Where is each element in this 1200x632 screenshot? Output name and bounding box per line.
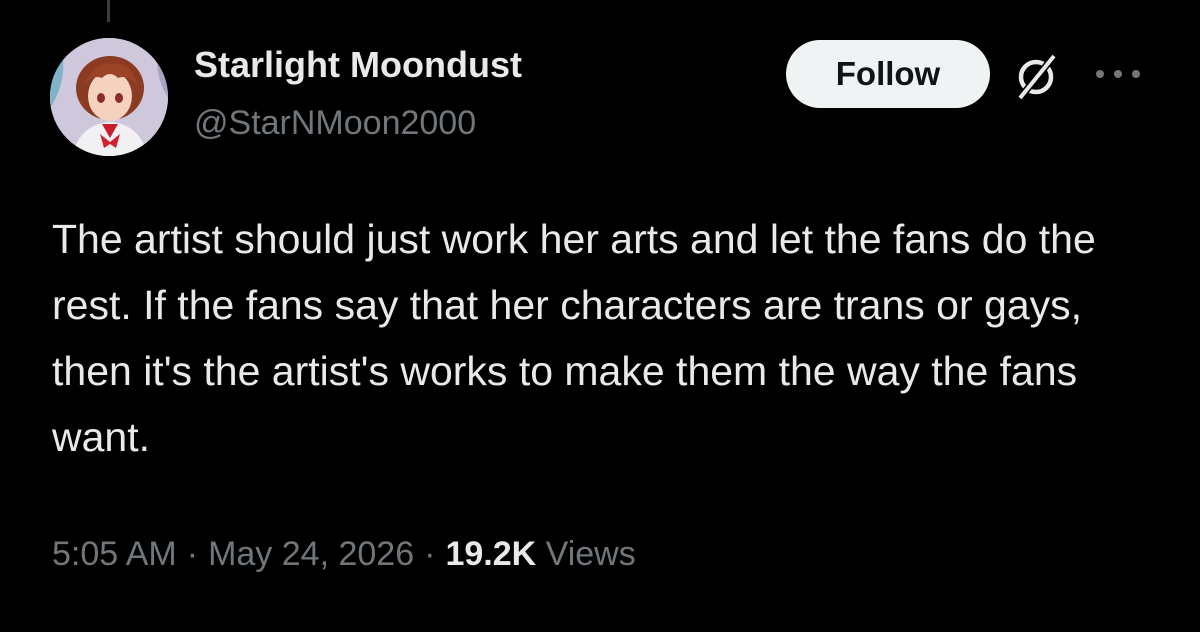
tweet-text: The artist should just work her arts and… [52, 216, 1096, 460]
display-name[interactable]: Starlight Moondust [194, 44, 522, 86]
user-handle[interactable]: @StarNMoon2000 [194, 104, 476, 143]
separator-dot: · [186, 535, 199, 573]
avatar[interactable] [50, 38, 168, 156]
views-label[interactable]: Views [546, 535, 636, 573]
avatar-image [50, 38, 168, 156]
grok-icon[interactable] [1010, 50, 1062, 102]
follow-button[interactable]: Follow [786, 40, 990, 108]
tweet-time[interactable]: 5:05 AM [52, 535, 177, 573]
tweet-date[interactable]: May 24, 2026 [208, 535, 414, 573]
views-count[interactable]: 19.2K [445, 535, 536, 573]
more-options-icon[interactable] [1086, 52, 1150, 96]
tweet-metadata: 5:05 AM · May 24, 2026 · 19.2K Views [52, 535, 636, 574]
separator-dot: · [424, 535, 436, 573]
thread-connector-line [107, 0, 110, 22]
